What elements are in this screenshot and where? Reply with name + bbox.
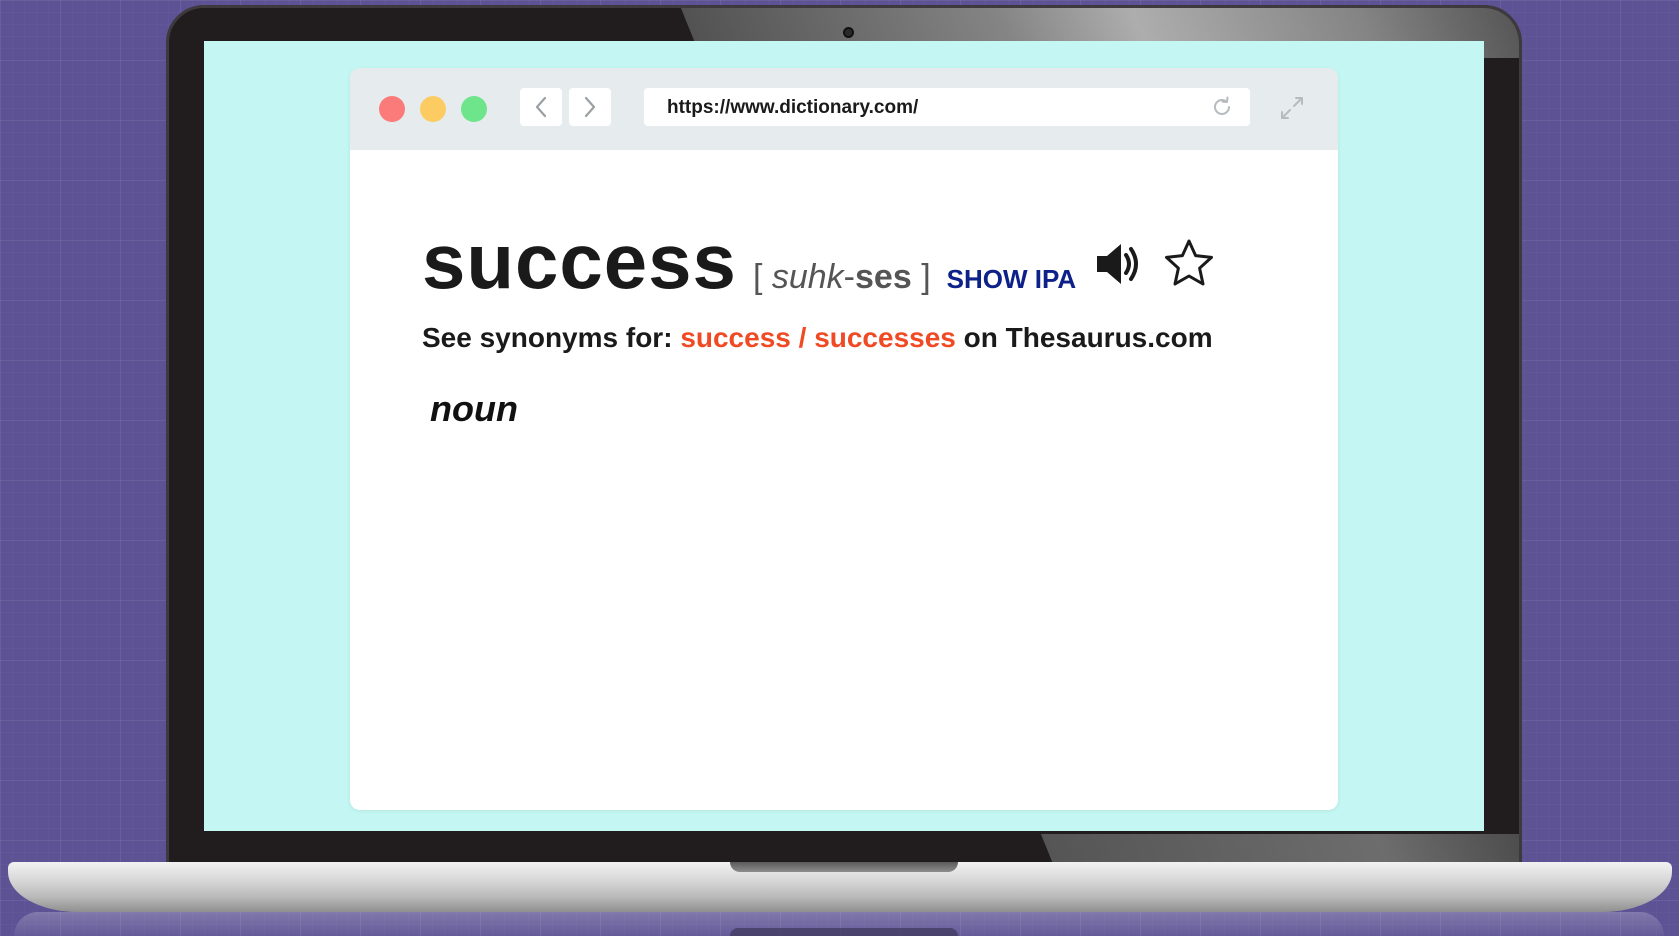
laptop-base-notch bbox=[730, 862, 958, 872]
minimize-window-button[interactable] bbox=[420, 96, 446, 122]
headword-row: success [ suhk-ses ] SHOW IPA bbox=[422, 216, 1076, 307]
chevron-right-icon bbox=[584, 96, 596, 118]
forward-button[interactable] bbox=[569, 88, 611, 126]
speaker-icon[interactable] bbox=[1094, 240, 1142, 288]
pron-hyphen: - bbox=[843, 258, 855, 296]
pron-close-bracket: ] bbox=[921, 258, 931, 296]
webcam bbox=[843, 27, 854, 38]
reflection-notch bbox=[730, 928, 958, 936]
zoom-window-button[interactable] bbox=[461, 96, 487, 122]
reload-icon[interactable] bbox=[1210, 95, 1234, 119]
page-content: success [ suhk-ses ] SHOW IPA See synony… bbox=[350, 150, 1338, 810]
browser-toolbar: https://www.dictionary.com/ bbox=[350, 68, 1338, 150]
synonyms-suffix: on Thesaurus.com bbox=[955, 322, 1213, 353]
synonyms-prefix: See synonyms for: bbox=[422, 322, 681, 353]
synonyms-link[interactable]: success / successes bbox=[680, 322, 956, 353]
headword: success bbox=[422, 217, 737, 305]
chevron-left-icon bbox=[535, 96, 547, 118]
synonyms-line: See synonyms for: success / successes on… bbox=[422, 322, 1213, 354]
part-of-speech: noun bbox=[430, 388, 518, 429]
pron-syllable-1: suhk bbox=[771, 258, 844, 296]
expand-icon[interactable] bbox=[1277, 93, 1307, 123]
url-text: https://www.dictionary.com/ bbox=[667, 97, 919, 118]
pronunciation: [ suhk-ses ] bbox=[753, 258, 931, 297]
browser-window: https://www.dictionary.com/ success [ su… bbox=[350, 68, 1338, 810]
close-window-button[interactable] bbox=[379, 96, 405, 122]
back-button[interactable] bbox=[520, 88, 562, 126]
laptop-screen: https://www.dictionary.com/ success [ su… bbox=[204, 41, 1484, 831]
pron-syllable-2: ses bbox=[855, 258, 912, 296]
address-bar[interactable]: https://www.dictionary.com/ bbox=[644, 88, 1250, 126]
pron-open-bracket: [ bbox=[752, 258, 763, 296]
star-icon[interactable] bbox=[1163, 238, 1215, 290]
show-ipa-button[interactable]: SHOW IPA bbox=[947, 264, 1077, 295]
